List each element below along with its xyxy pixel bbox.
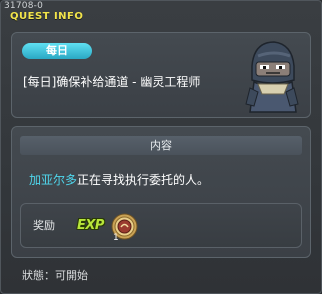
window-title: QUEST INFO xyxy=(10,11,84,22)
quest-info-window: 31708-0 QUEST INFO 每日 [每日]确保补给通道 - 幽灵工程师 xyxy=(0,0,322,294)
title-bar[interactable]: QUEST INFO xyxy=(1,10,322,26)
reward-box: 奖励 EXP 1 xyxy=(20,203,302,248)
quest-content-panel: 内容 加亚尔多正在寻找执行委托的人。 奖励 EXP 1 xyxy=(11,126,311,258)
quest-status: 狀態：可開始 xyxy=(22,269,88,282)
quest-description: 加亚尔多正在寻找执行委托的人。 xyxy=(29,171,209,188)
quest-summary-panel: 每日 [每日]确保补给通道 - 幽灵工程师 xyxy=(11,32,311,118)
npc-portrait xyxy=(245,41,299,113)
reward-item-quantity: 1 xyxy=(113,233,119,243)
npc-name[interactable]: 加亚尔多 xyxy=(29,173,77,187)
content-header: 内容 xyxy=(20,136,302,155)
quest-name: [每日]确保补给通道 - 幽灵工程师 xyxy=(23,75,201,89)
daily-badge: 每日 xyxy=(22,43,92,59)
reward-label: 奖励 xyxy=(33,219,55,232)
description-text: 正在寻找执行委托的人。 xyxy=(77,173,210,187)
exp-icon: EXP xyxy=(77,218,104,233)
